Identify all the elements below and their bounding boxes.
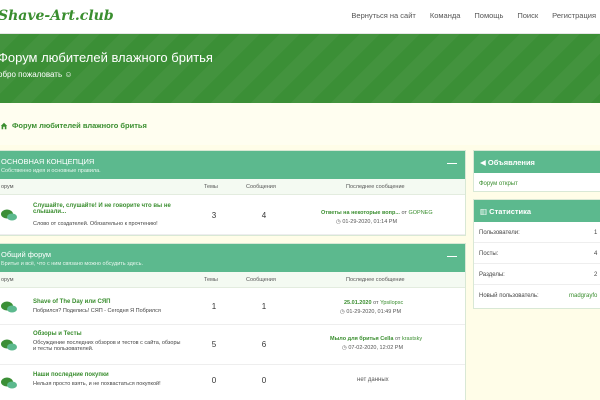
last-post-title[interactable]: 25.01.2020	[344, 300, 372, 306]
new-user-link[interactable]: madgrayfo	[569, 293, 597, 299]
forum-title[interactable]: Слушайте, слушайте! И не говорите что вы…	[33, 203, 178, 215]
stats-panel: ▥ Статистика Пользователи: 1 Посты: 4 Разд…	[473, 199, 600, 309]
stats-row-users: Пользователи: 1	[474, 222, 600, 243]
last-post-date: 07-02-2020, 12:02 PM	[348, 345, 404, 351]
category-block-main-concept: ОСНОВНАЯ КОНЦЕПЦИЯ Собственно идея и осн…	[0, 150, 466, 236]
nav-help[interactable]: Помощь	[474, 11, 503, 20]
stats-row-sections: Разделы: 2	[474, 264, 600, 285]
last-post-title[interactable]: Ответы на некоторые вопр...	[321, 210, 400, 216]
column-header-row: орум Темы Сообщения Последнее сообщение	[0, 179, 465, 195]
category-title[interactable]: Общий форум	[1, 250, 51, 259]
nav-search[interactable]: Поиск	[517, 11, 538, 20]
announcements-title: Объявления	[487, 158, 535, 167]
hero-title: Форум любителей влажного бритья	[0, 50, 213, 65]
forum-description: Слово от создателей. Обязательно к прочт…	[33, 221, 158, 227]
site-logo[interactable]: Shave-Art.club	[0, 8, 114, 24]
announcements-header: ◀ Объявления	[474, 151, 600, 173]
category-header: Общий форум Бритье и всё, что с ним связ…	[0, 244, 465, 272]
stats-label: Посты:	[479, 251, 499, 257]
nav-register[interactable]: Регистрация	[552, 11, 596, 20]
home-icon	[0, 122, 8, 129]
post-count: 1	[261, 302, 267, 311]
category-description: Собственно идея и основные правила.	[1, 168, 101, 174]
last-post-title[interactable]: Мыло для бритья Cella	[330, 336, 393, 342]
forum-bubbles-icon	[1, 301, 17, 313]
breadcrumb[interactable]: Форум любителей влажного бритья	[0, 121, 147, 130]
category-title[interactable]: ОСНОВНАЯ КОНЦЕПЦИЯ	[1, 157, 94, 166]
col-last: Последнее сообщение	[346, 277, 405, 283]
col-forum: орум	[1, 184, 14, 190]
category-header: ОСНОВНАЯ КОНЦЕПЦИЯ Собственно идея и осн…	[0, 151, 465, 179]
chart-icon: ▥	[480, 207, 490, 216]
column-header-row: орум Темы Сообщения Последнее сообщение	[0, 272, 465, 288]
topic-count: 0	[211, 376, 217, 385]
last-post-date: 01-29-2020, 01:49 PM	[346, 309, 402, 315]
category-description: Бритье и всё, что с ним связано можно об…	[1, 261, 143, 267]
forum-row: Слушайте, слушайте! И не говорите что вы…	[0, 195, 465, 235]
category-block-general-forum: Общий форум Бритье и всё, что с ним связ…	[0, 243, 466, 400]
forum-description: Нельзя просто взять, и не похвастаться п…	[33, 381, 161, 387]
nav-team[interactable]: Команда	[430, 11, 461, 20]
last-post-info: Мыло для бритья Cella от krastsky	[330, 336, 423, 342]
last-post-time: ◷ 01-29-2020, 01:49 PM	[340, 309, 401, 315]
col-last: Последнее сообщение	[346, 184, 405, 190]
topic-count: 1	[211, 302, 217, 311]
post-count: 6	[261, 340, 267, 349]
announcement-item[interactable]: Форум открыт	[474, 173, 600, 187]
hero-banner: Форум любителей влажного бритья обро пож…	[0, 34, 600, 103]
top-navbar: Shave-Art.club Вернуться на сайт Команда…	[0, 0, 600, 34]
post-count: 4	[261, 211, 267, 220]
forum-description: Побрился? Поделись! СЯП - Сегодня Я Побр…	[33, 308, 161, 314]
stats-label: Разделы:	[479, 272, 505, 278]
last-post-time: ◷ 07-02-2020, 12:02 PM	[342, 345, 403, 351]
col-posts: Сообщения	[246, 277, 276, 283]
last-post-info: Ответы на некоторые вопр... от GOPNEG	[321, 210, 433, 216]
forum-bubbles-icon	[1, 339, 17, 351]
forum-description: Обсуждение последних обзоров и тестов с …	[33, 340, 181, 352]
col-posts: Сообщения	[246, 184, 276, 190]
hero-subtitle: обро пожаловать ☺	[0, 70, 73, 79]
forum-row: Shave of The Day или СЯП Побрился? Подел…	[0, 288, 465, 325]
stats-label: Новый пользователь:	[479, 293, 539, 299]
last-post-user[interactable]: Ypsilopsc	[380, 300, 403, 306]
forum-bubbles-icon	[1, 209, 17, 221]
topic-count: 5	[211, 340, 217, 349]
forum-title[interactable]: Наши последние покупки	[33, 372, 109, 378]
forum-row: Обзоры и Тесты Обсуждение последних обзо…	[0, 325, 465, 365]
megaphone-icon: ◀	[480, 158, 488, 167]
stats-row-new-user: Новый пользователь: madgrayfo	[474, 285, 600, 306]
stats-header: ▥ Статистика	[474, 200, 600, 222]
col-topics: Темы	[204, 277, 218, 283]
stats-value: 4	[594, 251, 598, 257]
breadcrumb-bar: Форум любителей влажного бритья	[0, 103, 600, 145]
col-forum: орум	[1, 277, 14, 283]
collapse-icon[interactable]: —	[447, 158, 457, 169]
last-post-time: ◷ 01-29-2020, 01:14 PM	[336, 219, 397, 225]
announcements-panel: ◀ Объявления Форум открыт	[473, 150, 600, 192]
stats-value: 1	[594, 230, 598, 236]
forum-bubbles-icon	[1, 377, 17, 389]
last-post-user[interactable]: GOPNEG	[408, 210, 432, 216]
topic-count: 3	[211, 211, 217, 220]
stats-title: Статистика	[489, 207, 532, 216]
collapse-icon[interactable]: —	[447, 251, 457, 262]
col-topics: Темы	[204, 184, 218, 190]
stats-value: 2	[594, 272, 598, 278]
forum-title[interactable]: Обзоры и Тесты	[33, 331, 82, 337]
main-nav: Вернуться на сайт Команда Помощь Поиск Р…	[337, 11, 596, 20]
last-post-date: 01-29-2020, 01:14 PM	[342, 219, 398, 225]
post-count: 0	[261, 376, 267, 385]
stats-label: Пользователи:	[479, 230, 520, 236]
forum-row: Наши последние покупки Нельзя просто взя…	[0, 365, 465, 400]
last-post-empty: нет данных	[357, 377, 389, 383]
last-post-info: 25.01.2020 от Ypsilopsc	[344, 300, 404, 306]
last-post-user[interactable]: krastsky	[402, 336, 422, 342]
stats-row-posts: Посты: 4	[474, 243, 600, 264]
nav-back-to-site[interactable]: Вернуться на сайт	[351, 11, 415, 20]
breadcrumb-label: Форум любителей влажного бритья	[12, 121, 147, 130]
forum-title[interactable]: Shave of The Day или СЯП	[33, 299, 111, 305]
